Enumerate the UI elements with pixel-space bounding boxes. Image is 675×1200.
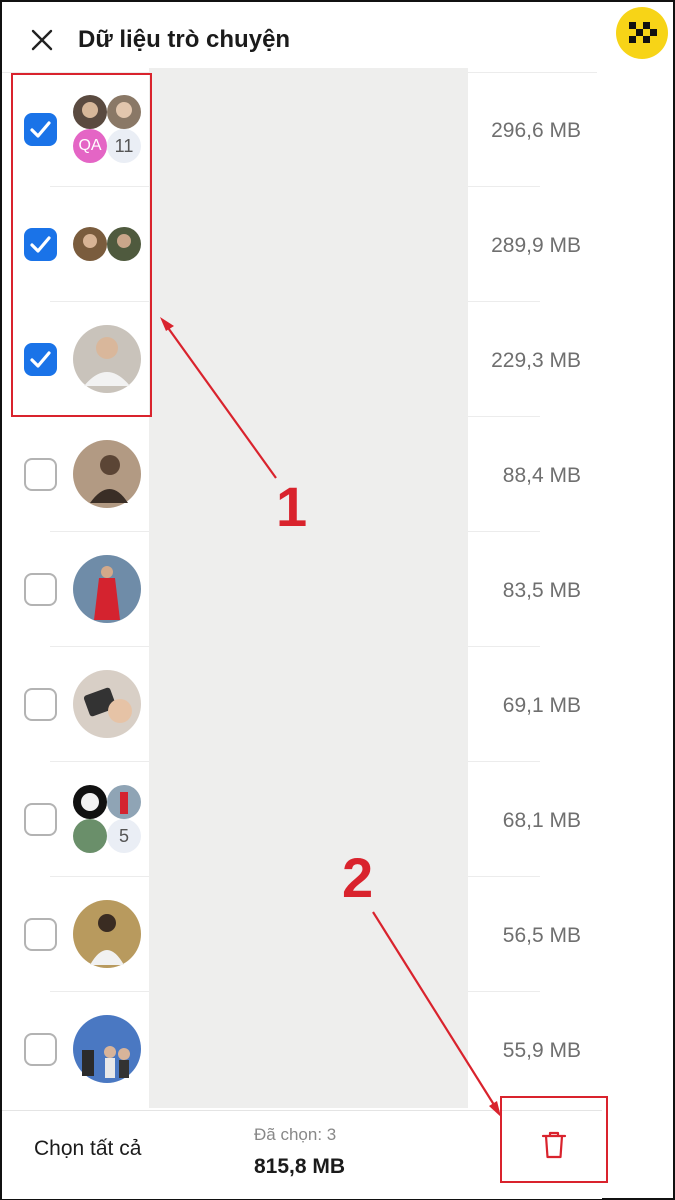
- row-checkbox[interactable]: [24, 918, 57, 951]
- delete-button[interactable]: [500, 1096, 608, 1183]
- selected-total-size: 815,8 MB: [254, 1155, 346, 1178]
- selection-highlight-box: [11, 73, 152, 417]
- avatar: [72, 1014, 142, 1084]
- row-checkbox[interactable]: [24, 688, 57, 721]
- trash-icon: [541, 1131, 567, 1159]
- data-size: 68,1 MB: [502, 809, 581, 832]
- annotation-step-2: 2: [342, 846, 374, 909]
- selected-count-label: Đã chọn: 3: [254, 1125, 337, 1144]
- page-title: Dữ liệu trò chuyện: [78, 26, 291, 53]
- avatar: [72, 439, 142, 509]
- privacy-mask-panel: [149, 68, 468, 1108]
- data-size: 296,6 MB: [491, 119, 581, 142]
- row-checkbox[interactable]: [24, 458, 57, 491]
- data-size: 56,5 MB: [502, 924, 581, 947]
- brand-logo-icon: [616, 7, 668, 59]
- avatar: [72, 669, 142, 739]
- row-checkbox[interactable]: [24, 573, 57, 606]
- member-count-badge: 5: [118, 825, 129, 846]
- annotation-step-1: 1: [276, 475, 308, 538]
- close-icon: [31, 29, 53, 51]
- header-bar: Dữ liệu trò chuyện: [2, 2, 597, 73]
- close-button[interactable]: [26, 24, 58, 56]
- data-size: 229,3 MB: [491, 349, 581, 372]
- select-all-button[interactable]: Chọn tất cả: [34, 1137, 141, 1161]
- avatar: [72, 899, 142, 969]
- data-size: 55,9 MB: [502, 1039, 581, 1062]
- data-size: 69,1 MB: [502, 694, 581, 717]
- data-size: 83,5 MB: [502, 579, 581, 602]
- brand-logo: [615, 6, 669, 60]
- group-avatar: 5: [72, 784, 142, 854]
- data-size: 289,9 MB: [491, 234, 581, 257]
- row-checkbox[interactable]: [24, 803, 57, 836]
- row-checkbox[interactable]: [24, 1033, 57, 1066]
- data-size: 88,4 MB: [502, 464, 581, 487]
- avatar: [72, 554, 142, 624]
